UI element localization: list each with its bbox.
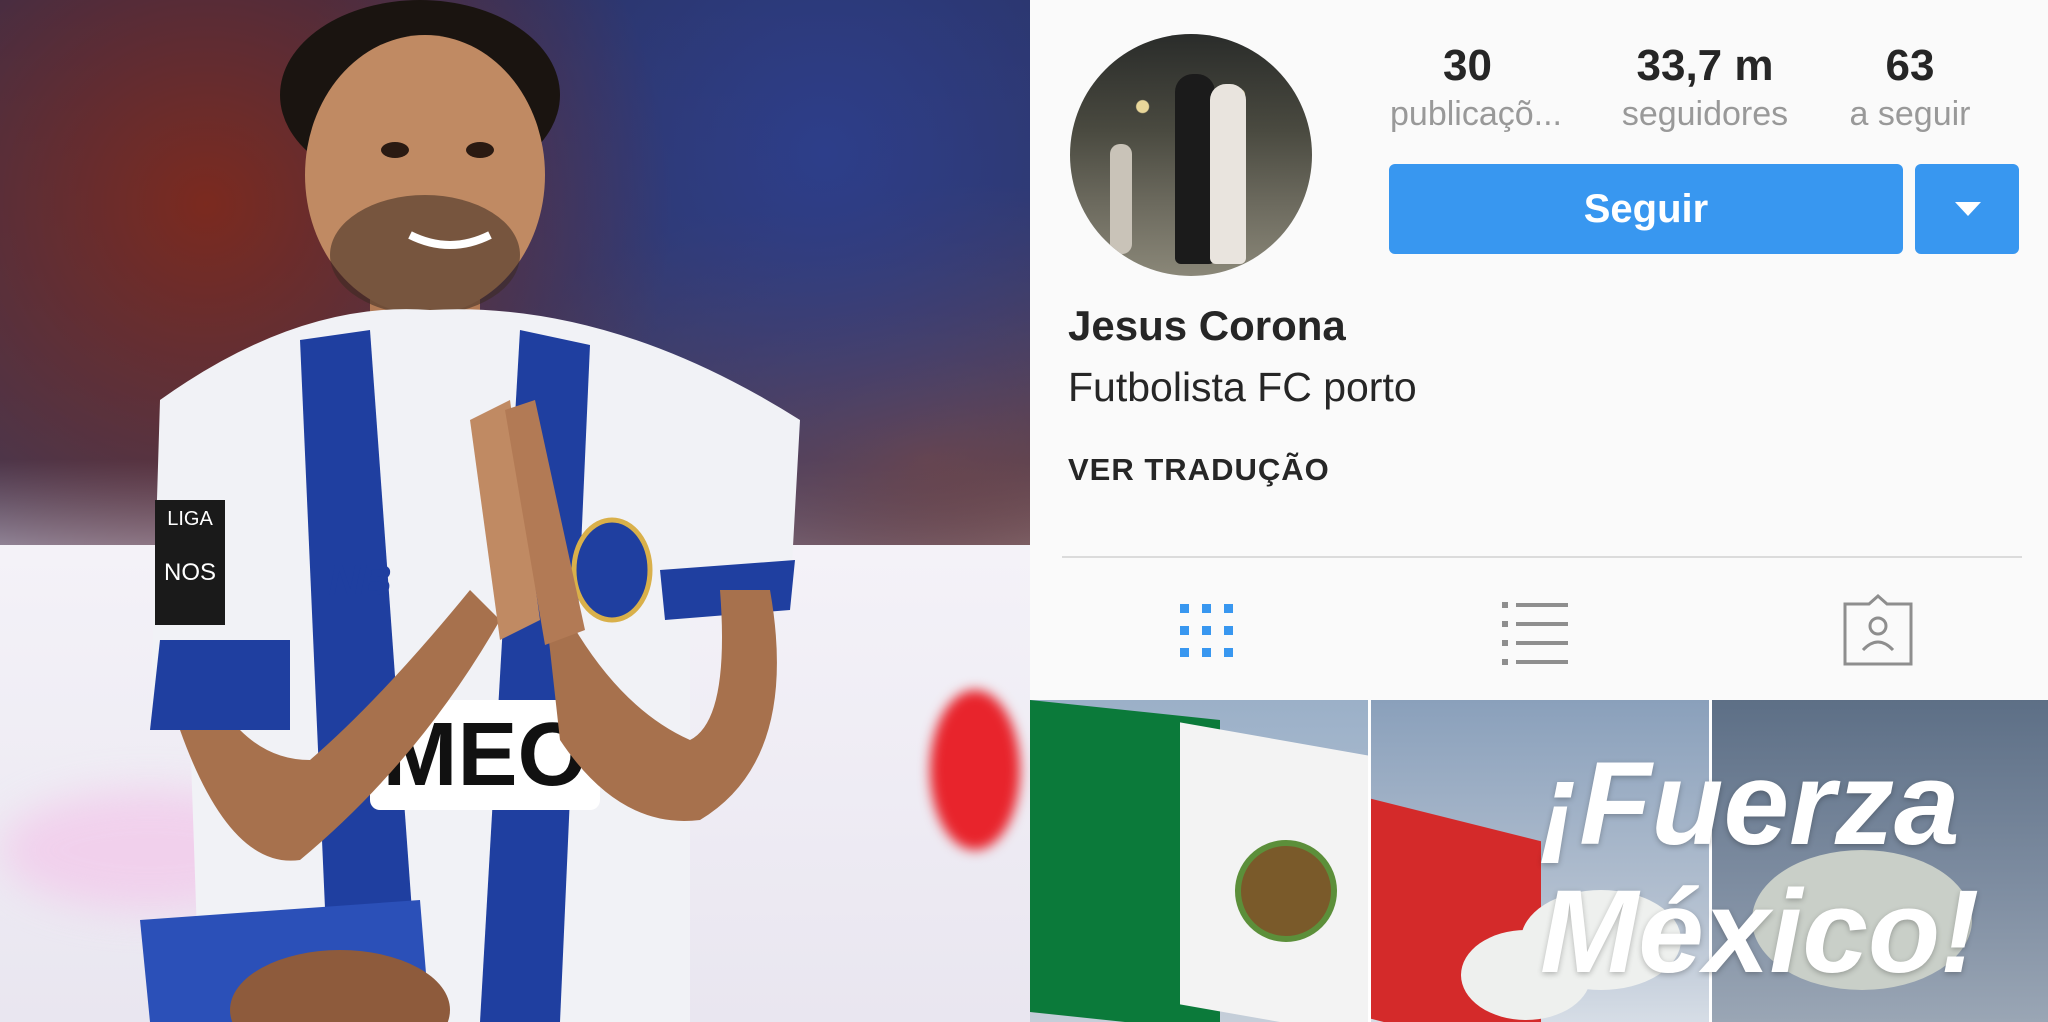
profile-stats: 30 publicaçõ... 33,7 m seguidores 63 a s…	[1030, 36, 2048, 136]
follow-button[interactable]: Seguir	[1389, 164, 1903, 254]
stat-followers[interactable]: 33,7 m seguidores	[1605, 36, 1805, 132]
stat-posts[interactable]: 30 publicaçõ...	[1390, 36, 1562, 133]
tabs-divider	[1062, 556, 2022, 558]
stat-posts-value: 30	[1443, 41, 1492, 90]
mexico-flag-emblem	[1235, 840, 1337, 942]
tab-grid[interactable]	[1162, 590, 1252, 670]
profile-name: Jesus Corona	[1068, 302, 1346, 349]
stat-followers-value: 33,7 m	[1636, 41, 1774, 90]
post-thumbnail[interactable]	[1371, 700, 1709, 1022]
list-icon	[1502, 602, 1568, 665]
post-thumbnail[interactable]	[1712, 700, 2048, 1022]
stat-followers-label: seguidores	[1621, 95, 1789, 133]
post-thumbnail[interactable]	[1030, 700, 1368, 1022]
tagged-photos-icon	[1843, 593, 1913, 666]
stat-following[interactable]: 63 a seguir	[1835, 36, 1985, 132]
stat-posts-label: publicaçõ...	[1390, 95, 1562, 133]
profile-panel: 30 publicaçõ... 33,7 m seguidores 63 a s…	[1030, 0, 2048, 1022]
stat-following-label: a seguir	[1849, 95, 1971, 133]
suggestions-dropdown-button[interactable]	[1915, 164, 2019, 254]
player-figure: LIGA NOS NB MEO	[140, 0, 800, 1022]
svg-text:NB: NB	[328, 556, 392, 605]
tab-list[interactable]	[1490, 590, 1580, 670]
stat-following-value: 63	[1885, 41, 1935, 90]
svg-text:NOS: NOS	[164, 559, 216, 586]
caret-down-icon	[1955, 202, 1981, 216]
see-translation-link[interactable]: VER TRADUÇÃO	[1068, 452, 1330, 488]
profile-bio: Futbolista FC porto	[1068, 364, 1417, 410]
grid-icon	[1180, 604, 1233, 657]
svg-text:LIGA: LIGA	[167, 508, 213, 530]
tab-tagged[interactable]	[1833, 590, 1923, 670]
featured-photo: LIGA NOS NB MEO	[0, 0, 1030, 1022]
